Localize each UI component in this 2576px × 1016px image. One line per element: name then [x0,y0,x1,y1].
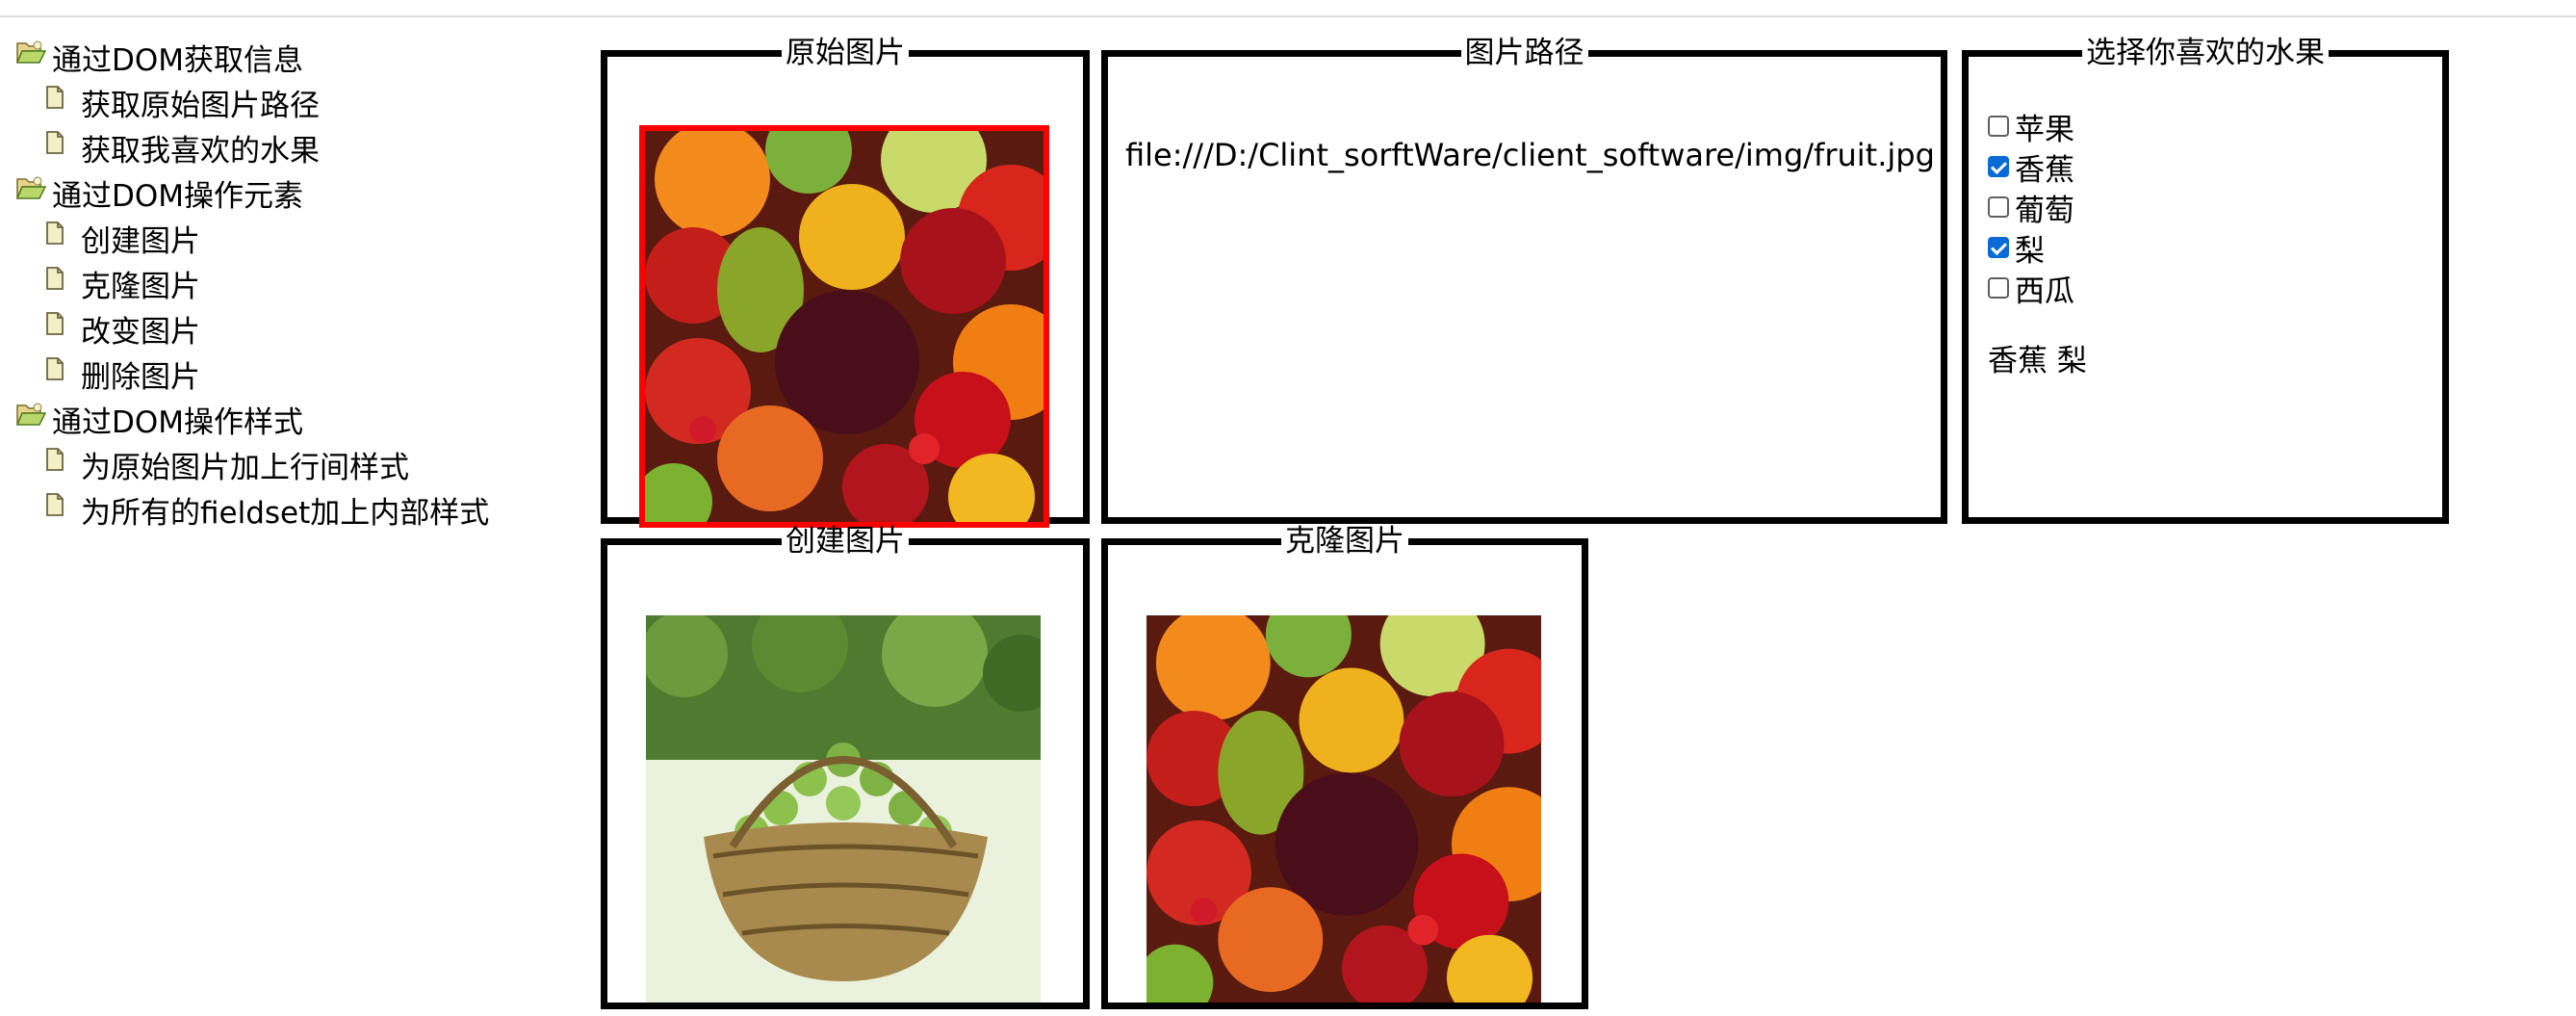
tree-item-label: 为原始图片加上行间样式 [81,451,409,485]
tree-item-clone-image[interactable]: 克隆图片 [15,261,574,306]
fieldset-legend: 选择你喜欢的水果 [2086,36,2325,70]
fruit-option-watermelon[interactable]: 西瓜 [1988,268,2074,309]
top-divider [0,0,2576,17]
image-path-text: file:///D:/Clint_sorftWare/client_softwa… [1125,137,1935,173]
clone-image-fieldset: 克隆图片 [1101,525,1588,1009]
tree-group-label: 通过DOM获取信息 [52,43,304,78]
fruit-option-label: 西瓜 [2015,274,2074,309]
document-icon [44,83,65,117]
tree-item-fieldset-style[interactable]: 为所有的fieldset加上内部样式 [15,487,574,533]
tree-item-label: 获取原始图片路径 [81,89,320,123]
folder-open-icon [15,38,47,74]
fruit-option-label: 梨 [2015,233,2045,269]
fruit-option-label: 香蕉 [2015,152,2074,188]
fruit-option-apple[interactable]: 苹果 [1988,106,2074,147]
fieldset-legend: 图片路径 [1464,36,1584,70]
fruit-checkbox-list: 苹果 香蕉 葡萄 梨 西瓜 [1988,106,2074,309]
favorite-fruit-fieldset: 选择你喜欢的水果 苹果 香蕉 葡萄 梨 西瓜 香蕉 梨 [1962,37,2449,524]
tree-item-label: 获取我喜欢的水果 [81,134,320,169]
cloned-image[interactable] [1146,615,1541,1003]
document-icon [44,219,65,253]
tree-item-change-image[interactable]: 改变图片 [15,306,574,352]
original-image[interactable] [639,125,1049,528]
tree-item-inline-style[interactable]: 为原始图片加上行间样式 [15,442,574,487]
fieldset-legend: 创建图片 [786,524,905,559]
document-icon [44,490,65,525]
folder-open-icon [15,173,47,210]
document-icon [44,264,65,299]
document-icon [44,128,65,163]
fruit-option-pear[interactable]: 梨 [1988,227,2074,269]
tree-group-get-info[interactable]: 通过DOM获取信息 [15,35,574,80]
folder-open-icon [15,400,47,436]
document-icon [44,354,65,389]
tree-group-label: 通过DOM操作样式 [52,405,304,440]
apple-checkbox[interactable] [1988,116,2009,137]
grape-checkbox[interactable] [1988,196,2009,218]
fruit-option-label: 苹果 [2015,112,2074,147]
tree-item-delete-image[interactable]: 删除图片 [15,352,574,397]
banana-checkbox[interactable] [1988,156,2009,177]
fruit-option-banana[interactable]: 香蕉 [1988,146,2074,188]
created-image[interactable] [646,615,1041,1003]
pear-checkbox[interactable] [1988,237,2009,258]
fieldset-legend: 克隆图片 [1285,524,1404,559]
document-icon [44,445,65,480]
tree-item-label: 创建图片 [81,224,200,259]
watermelon-checkbox[interactable] [1988,277,2009,299]
fruit-option-label: 葡萄 [2015,193,2074,228]
nav-tree: 通过DOM获取信息 获取原始图片路径 获取我喜欢的水果 通过DOM操作元素 创建… [15,35,574,533]
tree-item-label: 删除图片 [81,360,200,395]
tree-item-label: 为所有的fieldset加上内部样式 [81,496,490,531]
create-image-fieldset: 创建图片 [601,525,1090,1009]
fieldset-legend: 原始图片 [786,36,905,70]
selected-fruits-text: 香蕉 梨 [1988,344,2087,378]
tree-item-get-original-path[interactable]: 获取原始图片路径 [15,80,574,125]
original-image-fieldset: 原始图片 [601,36,1090,528]
tree-item-label: 克隆图片 [81,270,200,304]
tree-item-label: 改变图片 [81,315,200,350]
tree-item-get-favorite-fruit[interactable]: 获取我喜欢的水果 [15,125,574,170]
tree-group-manipulate-elements[interactable]: 通过DOM操作元素 [15,170,574,216]
document-icon [44,309,65,344]
image-path-fieldset: 图片路径 file:///D:/Clint_sorftWare/client_s… [1101,37,1947,524]
tree-group-manipulate-styles[interactable]: 通过DOM操作样式 [15,397,574,442]
tree-group-label: 通过DOM操作元素 [52,179,304,214]
tree-item-create-image[interactable]: 创建图片 [15,216,574,261]
fruit-option-grape[interactable]: 葡萄 [1988,187,2074,228]
